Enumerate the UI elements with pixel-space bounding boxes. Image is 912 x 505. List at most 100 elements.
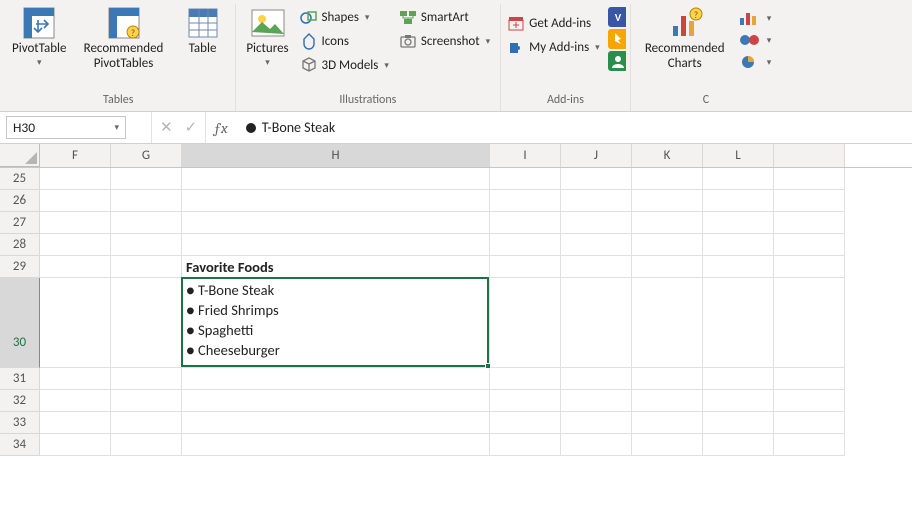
cell[interactable] xyxy=(632,212,703,234)
cell[interactable]: ● T-Bone Steak ● Fried Shrimps ● Spaghet… xyxy=(182,278,490,368)
chart-hier-button[interactable]: ▾ xyxy=(737,30,778,50)
row-header[interactable]: 30 xyxy=(0,278,40,368)
cell[interactable] xyxy=(40,390,111,412)
my-addins-button[interactable]: My Add-ins ▾ xyxy=(505,36,606,58)
cell[interactable] xyxy=(561,390,632,412)
row-header[interactable]: 33 xyxy=(0,412,40,434)
cell[interactable] xyxy=(561,256,632,278)
get-addins-button[interactable]: Get Add-ins xyxy=(505,12,606,34)
cell[interactable] xyxy=(632,168,703,190)
cell[interactable] xyxy=(182,368,490,390)
icons-button[interactable]: Icons xyxy=(298,30,395,52)
cell[interactable] xyxy=(490,368,561,390)
cell[interactable] xyxy=(40,168,111,190)
row-header[interactable]: 28 xyxy=(0,234,40,256)
cell[interactable] xyxy=(632,434,703,456)
cell[interactable] xyxy=(111,278,182,368)
chart-bar-button[interactable]: ▾ xyxy=(737,8,778,28)
cell[interactable] xyxy=(703,234,774,256)
cell[interactable] xyxy=(490,278,561,368)
cell[interactable] xyxy=(561,212,632,234)
cell[interactable] xyxy=(182,212,490,234)
cell[interactable] xyxy=(703,168,774,190)
column-header[interactable]: K xyxy=(632,144,703,167)
cell[interactable] xyxy=(561,168,632,190)
cell[interactable] xyxy=(703,190,774,212)
column-header[interactable]: I xyxy=(490,144,561,167)
cancel-formula-button[interactable]: ✕ xyxy=(160,118,173,137)
smartart-button[interactable]: SmartArt xyxy=(397,6,496,28)
cell[interactable] xyxy=(40,212,111,234)
chart-pie-button[interactable]: ▾ xyxy=(737,52,778,72)
column-header[interactable]: F xyxy=(40,144,111,167)
cell[interactable] xyxy=(774,412,845,434)
cell[interactable] xyxy=(182,168,490,190)
cell[interactable] xyxy=(182,434,490,456)
visio-addin-icon[interactable]: V xyxy=(608,8,626,26)
cell[interactable] xyxy=(774,256,845,278)
cell[interactable] xyxy=(774,212,845,234)
recommended-charts-button[interactable]: ? Recommended Charts xyxy=(635,4,735,74)
cell[interactable] xyxy=(774,390,845,412)
cell[interactable] xyxy=(182,234,490,256)
cell[interactable] xyxy=(632,412,703,434)
cell[interactable] xyxy=(632,278,703,368)
cell[interactable] xyxy=(774,234,845,256)
row-header[interactable]: 26 xyxy=(0,190,40,212)
recommended-pivot-button[interactable]: ? Recommended PivotTables xyxy=(75,4,173,74)
cell[interactable] xyxy=(40,256,111,278)
fx-button[interactable]: ƒx xyxy=(205,112,236,143)
column-header[interactable]: J xyxy=(561,144,632,167)
cell[interactable] xyxy=(561,368,632,390)
cell[interactable] xyxy=(490,190,561,212)
row-header[interactable]: 34 xyxy=(0,434,40,456)
cell[interactable] xyxy=(703,278,774,368)
cell[interactable] xyxy=(490,212,561,234)
row-header[interactable]: 32 xyxy=(0,390,40,412)
name-box[interactable]: H30 ▾ xyxy=(6,116,126,139)
row-header[interactable]: 25 xyxy=(0,168,40,190)
cell[interactable] xyxy=(182,412,490,434)
column-header[interactable]: H xyxy=(182,144,490,167)
cell[interactable] xyxy=(111,234,182,256)
cell[interactable] xyxy=(490,168,561,190)
row-header[interactable]: 31 xyxy=(0,368,40,390)
cell[interactable] xyxy=(703,434,774,456)
cell[interactable] xyxy=(490,412,561,434)
cell[interactable] xyxy=(774,278,845,368)
row-header[interactable]: 29 xyxy=(0,256,40,278)
cell[interactable] xyxy=(774,190,845,212)
cell[interactable] xyxy=(40,234,111,256)
cell[interactable] xyxy=(703,368,774,390)
cell[interactable] xyxy=(490,234,561,256)
table-button[interactable]: Table xyxy=(175,4,231,59)
cell[interactable] xyxy=(111,190,182,212)
cell[interactable] xyxy=(561,278,632,368)
cell[interactable] xyxy=(111,412,182,434)
cell[interactable] xyxy=(111,434,182,456)
cell[interactable] xyxy=(703,212,774,234)
cell[interactable] xyxy=(182,390,490,412)
cell[interactable] xyxy=(490,434,561,456)
cell[interactable] xyxy=(490,390,561,412)
people-addin-icon[interactable] xyxy=(608,52,626,70)
column-header[interactable]: G xyxy=(111,144,182,167)
cell[interactable] xyxy=(774,434,845,456)
cell[interactable] xyxy=(632,234,703,256)
cell[interactable] xyxy=(111,256,182,278)
3d-models-button[interactable]: 3D Models ▾ xyxy=(298,54,395,76)
column-header[interactable] xyxy=(774,144,845,167)
cell[interactable] xyxy=(703,412,774,434)
select-all-corner[interactable] xyxy=(0,144,40,167)
cell[interactable] xyxy=(40,278,111,368)
cell[interactable] xyxy=(632,368,703,390)
cell[interactable] xyxy=(774,368,845,390)
row-header[interactable]: 27 xyxy=(0,212,40,234)
shapes-button[interactable]: Shapes ▾ xyxy=(298,6,395,28)
bing-addin-icon[interactable] xyxy=(608,30,626,48)
formula-input[interactable]: T-Bone Steak xyxy=(236,112,912,143)
cell[interactable] xyxy=(561,190,632,212)
cell[interactable] xyxy=(632,256,703,278)
accept-formula-button[interactable]: ✓ xyxy=(185,118,198,137)
cell[interactable] xyxy=(111,168,182,190)
